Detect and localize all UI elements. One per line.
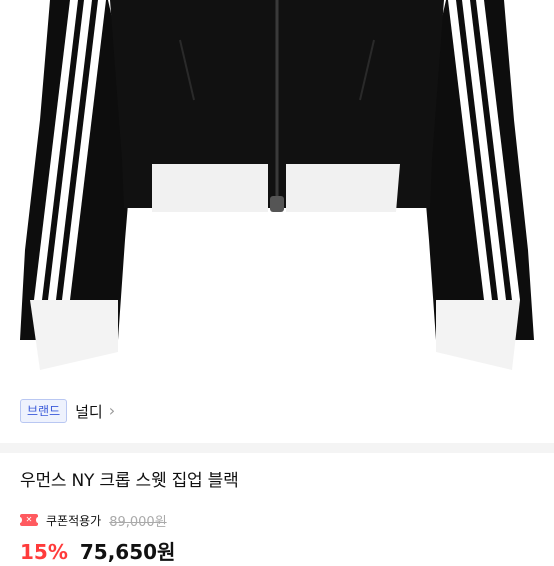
coupon-price-row: ✕ 쿠폰적용가 89,000원 bbox=[18, 510, 167, 530]
product-image[interactable] bbox=[0, 0, 554, 388]
brand-name[interactable]: 널디 bbox=[75, 401, 103, 422]
chevron-right-icon: › bbox=[108, 401, 116, 420]
product-photo bbox=[20, 0, 534, 370]
section-divider bbox=[0, 443, 554, 453]
brand-row[interactable]: 브랜드 널디 › bbox=[20, 396, 115, 426]
coupon-icon-glyph: ✕ bbox=[25, 515, 33, 524]
brand-chip: 브랜드 bbox=[20, 399, 68, 423]
sale-price: 75,650원 bbox=[79, 540, 176, 564]
sale-price-row: 15% 75,650원 bbox=[20, 536, 175, 566]
coupon-label: 쿠폰적용가 bbox=[46, 513, 102, 528]
original-price: 89,000원 bbox=[109, 514, 167, 530]
discount-rate: 15% bbox=[20, 540, 68, 564]
coupon-icon: ✕ bbox=[18, 514, 40, 526]
product-title: 우먼스 NY 크롭 스웻 집업 블랙 bbox=[20, 471, 239, 491]
